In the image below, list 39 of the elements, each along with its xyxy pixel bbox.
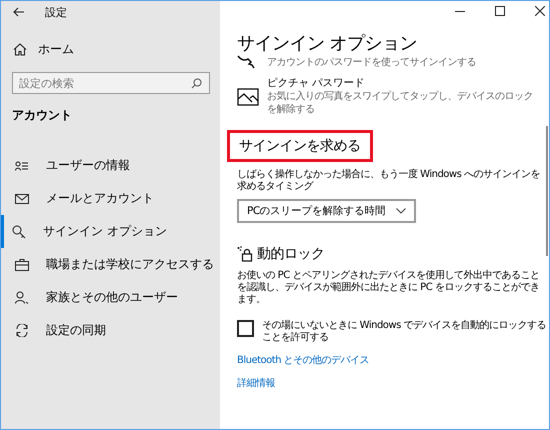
page-title: サインイン オプション	[237, 32, 418, 55]
home-icon	[13, 42, 27, 56]
lock-icon	[237, 246, 253, 262]
signin-option[interactable]: ピクチャ パスワード お気に入りの写真をスワイプしてタップし、デバイスのロックを解除する	[237, 77, 549, 116]
sidebar-item[interactable]: メールとアカウント	[1, 182, 220, 215]
checkbox-label: その場にいないときに Windows でデバイスを自動的にロックすることを許可する	[262, 320, 547, 344]
section-heading: アカウント	[12, 107, 73, 124]
search-icon	[191, 78, 202, 89]
maximize-icon[interactable]	[495, 6, 505, 16]
description-text: お使いの PC とペアリングされたデバイスを使用して外出中であることを認識し、デバイスが範囲外に出たときに PC をロックすることができます。	[237, 270, 540, 306]
user-info-icon	[15, 160, 29, 170]
option-description: お気に入りの写真をスワイプしてタップし、デバイスのロックを解除する	[267, 90, 534, 116]
home-nav-item[interactable]: ホーム	[13, 39, 220, 59]
sidebar-item[interactable]: ユーザーの情報	[1, 149, 220, 182]
close-icon[interactable]	[535, 6, 545, 16]
key-icon	[12, 224, 26, 238]
search-field[interactable]: 設定の検索	[12, 72, 210, 94]
checkbox[interactable]	[237, 320, 254, 337]
section-heading: サインインを求める	[227, 130, 372, 162]
window-title: 設定	[45, 4, 67, 20]
signin-option[interactable]: アカウントのパスワードを使ってサインインする	[237, 55, 549, 69]
briefcase-icon	[15, 258, 29, 270]
person-icon	[15, 291, 29, 304]
scrollbar-thumb[interactable]	[546, 126, 548, 256]
back-arrow-icon[interactable]	[13, 7, 25, 17]
description-text: しばらく操作しなかった場合に、もう一度 Windows へのサインインを求めるタイミング	[237, 169, 541, 193]
sync-icon	[15, 324, 29, 337]
option-description: アカウントのパスワードを使ってサインインする	[267, 56, 477, 68]
timing-dropdown[interactable]: PCのスリープを解除する時間	[237, 199, 416, 223]
picture-icon	[237, 88, 259, 106]
chevron-down-icon	[396, 208, 406, 214]
option-title: ピクチャ パスワード	[267, 77, 366, 90]
sidebar-item[interactable]: 家族とその他のユーザー	[1, 281, 220, 314]
section-heading: 動的ロック	[257, 245, 324, 263]
sidebar-item[interactable]: 職場または学校にアクセスする	[1, 248, 220, 281]
link[interactable]: Bluetooth とその他のデバイス	[237, 353, 370, 367]
mail-icon	[15, 194, 29, 204]
sidebar-item[interactable]: 設定の同期	[1, 314, 220, 347]
link[interactable]: 詳細情報	[237, 376, 275, 390]
